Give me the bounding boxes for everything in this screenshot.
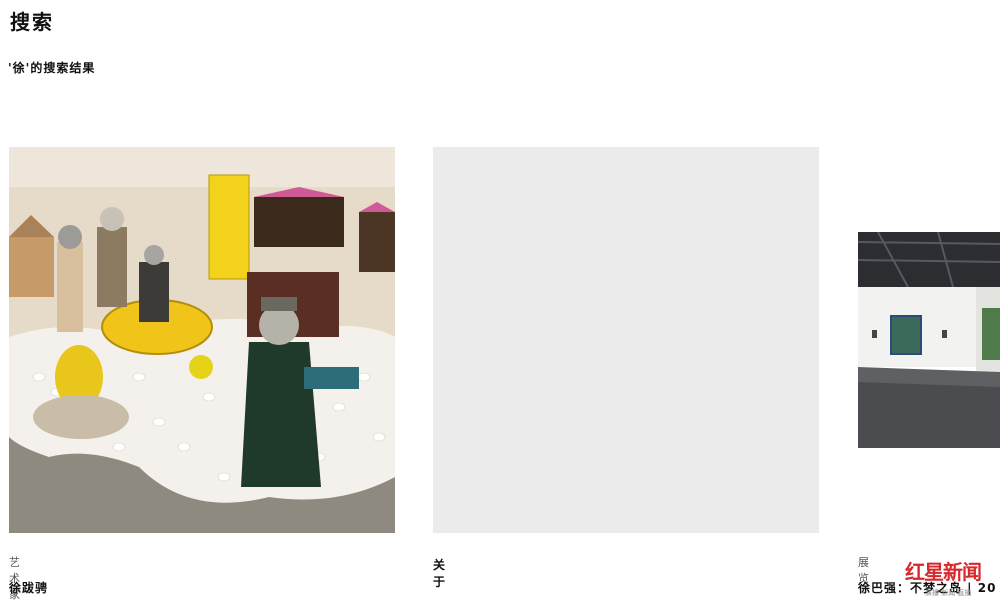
gallery-photo: [858, 232, 1000, 448]
news-watermark-subtext: 演播 新闻 直播: [925, 589, 972, 597]
page-title: 搜索: [10, 10, 54, 34]
result-image-art-installation[interactable]: [9, 147, 395, 533]
art-installation-photo: [9, 147, 395, 533]
search-summary: '徐'的搜索结果: [8, 61, 96, 75]
news-watermark-logo: 红星新闻: [905, 560, 982, 584]
result-image-placeholder[interactable]: [433, 147, 819, 533]
search-page: 搜索 '徐'的搜索结果 艺术家 徐跋骋 关于 展览 徐巴强：不梦之岛 | 20 …: [0, 0, 1000, 605]
result-title[interactable]: 徐跋骋: [9, 579, 48, 596]
result-image-gallery[interactable]: [858, 232, 1000, 448]
result-category: 关于: [433, 558, 447, 589]
